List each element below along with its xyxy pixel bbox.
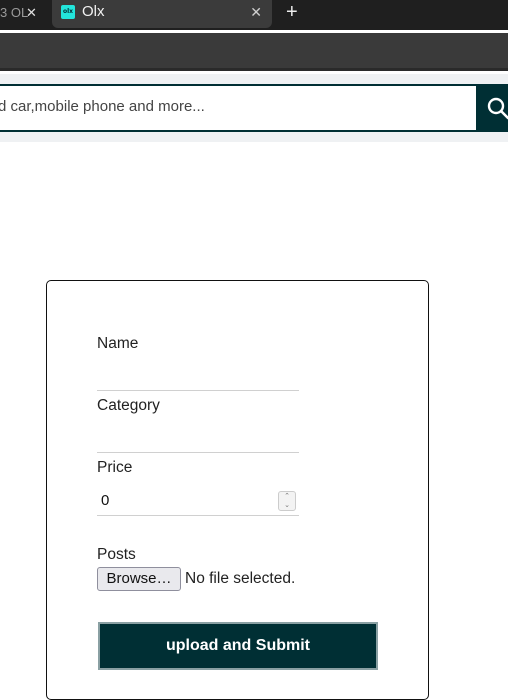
name-input[interactable]: [97, 361, 299, 391]
price-input[interactable]: [97, 486, 299, 516]
upload-form-card: Name Category Price ⌃⌄ Posts Browse… No …: [46, 280, 429, 700]
price-stepper[interactable]: ⌃ ⌄: [278, 491, 296, 511]
close-icon[interactable]: ✕: [250, 4, 262, 21]
olx-favicon-icon: olx: [61, 5, 75, 19]
search-placeholder: d car,mobile phone and more...: [0, 98, 205, 115]
new-tab-button[interactable]: +: [286, 0, 298, 24]
browser-tab-previous[interactable]: 3 OL ✕: [0, 0, 48, 30]
browser-tab-title: Olx: [82, 3, 105, 20]
category-input[interactable]: [97, 423, 299, 453]
site-header: d car,mobile phone and more...: [0, 74, 508, 142]
browser-tab-active[interactable]: olx Olx ✕: [52, 0, 272, 28]
browser-tab-bar: 3 OL ✕ olx Olx ✕ +: [0, 0, 508, 30]
posts-label: Posts: [97, 546, 136, 563]
search-button[interactable]: [476, 84, 508, 132]
category-label: Category: [97, 397, 160, 414]
search-input[interactable]: d car,mobile phone and more...: [0, 84, 478, 132]
browse-file-button[interactable]: Browse…: [97, 567, 181, 591]
upload-submit-button[interactable]: upload and Submit: [98, 622, 378, 670]
close-icon[interactable]: ✕: [26, 0, 37, 26]
browser-toolbar: [0, 33, 508, 71]
browser-tab-previous-title: 3 OL: [0, 5, 29, 20]
price-label: Price: [97, 459, 133, 476]
name-label: Name: [97, 335, 139, 352]
file-status-text: No file selected.: [185, 570, 296, 587]
search-icon: [487, 97, 508, 120]
